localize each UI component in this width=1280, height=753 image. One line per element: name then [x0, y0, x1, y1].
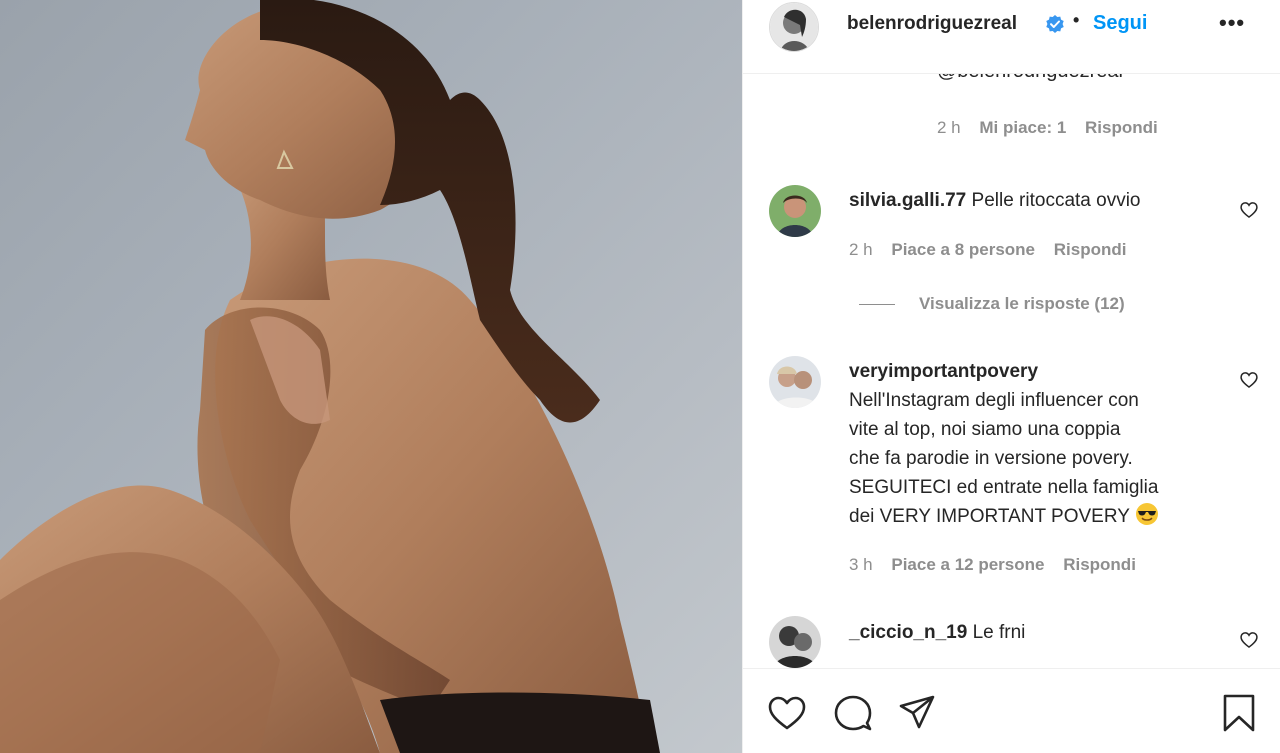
- save-bookmark-icon[interactable]: [1219, 693, 1259, 733]
- comment-text: Le frni: [972, 622, 1026, 643]
- post-actions-bar: [743, 668, 1280, 753]
- comment-meta: 2 h Piace a 8 persone Rispondi: [849, 240, 1140, 260]
- comment-likes[interactable]: Mi piace: 1: [979, 118, 1066, 137]
- sunglasses-emoji-icon: [1135, 503, 1158, 525]
- photo-illustration: [0, 0, 660, 753]
- comment-text: Pelle ritoccata ovvio: [971, 190, 1141, 211]
- author-avatar[interactable]: [769, 2, 819, 52]
- commenter-username[interactable]: veryimportantpovery: [849, 357, 1219, 386]
- reply-button[interactable]: Rispondi: [1085, 118, 1158, 137]
- like-comment-heart-icon[interactable]: [1239, 630, 1259, 650]
- post-header: belenrodriguezreal • Segui •••: [743, 0, 1280, 74]
- like-comment-heart-icon[interactable]: [1239, 370, 1259, 390]
- author-avatar-image: [770, 3, 818, 51]
- like-heart-icon[interactable]: [767, 693, 807, 733]
- comment-likes[interactable]: Piace a 8 persone: [891, 240, 1035, 259]
- comment-text-line: Nell'Instagram degli influencer con: [849, 390, 1139, 411]
- view-replies-line: [859, 304, 895, 306]
- view-replies-button[interactable]: Visualizza le risposte (12): [859, 294, 1125, 314]
- comment-likes[interactable]: Piace a 12 persone: [891, 555, 1044, 574]
- share-direct-icon[interactable]: [897, 693, 937, 733]
- comment-time[interactable]: 2 h: [849, 240, 873, 259]
- comment-body: _ciccio_n_19 Le frni: [849, 618, 1219, 647]
- more-options-button[interactable]: •••: [1219, 10, 1245, 36]
- reply-button[interactable]: Rispondi: [1063, 555, 1136, 574]
- commenter-avatar-image: [769, 616, 821, 668]
- comment-time[interactable]: 3 h: [849, 555, 873, 574]
- commenter-avatar[interactable]: [769, 185, 821, 237]
- commenter-avatar[interactable]: [769, 356, 821, 408]
- commenter-avatar-image: [769, 185, 821, 237]
- follow-button[interactable]: Segui: [1093, 12, 1147, 35]
- comment-body: veryimportantpovery Nell'Instagram degli…: [849, 357, 1219, 531]
- comment-meta: 3 h Piace a 12 persone Rispondi: [849, 555, 1150, 575]
- comment-body: silvia.galli.77 Pelle ritoccata ovvio: [849, 186, 1219, 215]
- commenter-avatar-image: [769, 356, 821, 408]
- reply-button[interactable]: Rispondi: [1054, 240, 1127, 259]
- partial-reply-text: @belenrodriguezreal: [937, 74, 1123, 83]
- view-replies-label: Visualizza le risposte (12): [919, 294, 1125, 313]
- comment-text-last-line: dei VERY IMPORTANT POVERY: [849, 502, 1219, 531]
- comments-list[interactable]: @belenrodriguezreal 2 h Mi piace: 1 Risp…: [743, 74, 1280, 668]
- like-comment-heart-icon[interactable]: [1239, 200, 1259, 220]
- comment-bubble-icon[interactable]: [833, 693, 873, 733]
- verified-badge-icon: [1046, 15, 1064, 33]
- header-separator: •: [1073, 10, 1080, 30]
- commenter-username[interactable]: silvia.galli.77: [849, 190, 966, 211]
- comment-text-line: vite al top, noi siamo una coppia: [849, 419, 1121, 440]
- commenter-avatar[interactable]: [769, 616, 821, 668]
- comment-time[interactable]: 2 h: [937, 118, 961, 137]
- post-photo[interactable]: [0, 0, 742, 753]
- post-sidebar: belenrodriguezreal • Segui ••• @belenrod…: [742, 0, 1280, 753]
- author-username[interactable]: belenrodriguezreal: [847, 13, 1017, 35]
- comment-text-line: SEGUITECI ed entrate nella famiglia: [849, 477, 1159, 498]
- comment-text-line: che fa parodie in versione povery.: [849, 448, 1133, 469]
- comment-text-line: dei VERY IMPORTANT POVERY: [849, 506, 1130, 527]
- partial-reply-meta: 2 h Mi piace: 1 Rispondi: [937, 118, 1172, 138]
- commenter-username[interactable]: _ciccio_n_19: [849, 622, 967, 643]
